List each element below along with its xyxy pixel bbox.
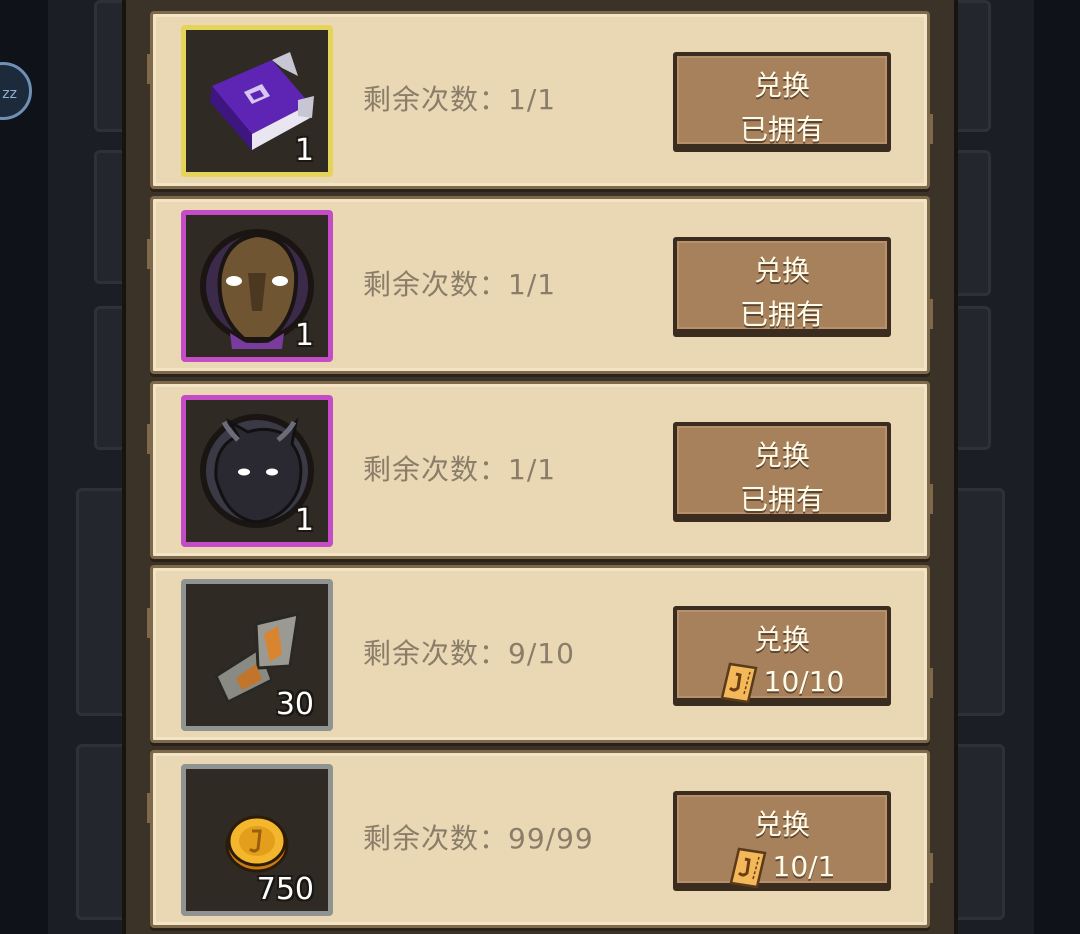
background-slot — [76, 744, 127, 920]
background-slot — [950, 744, 1005, 920]
exchange-button[interactable]: 兑换 已拥有 — [673, 237, 891, 333]
exchange-button[interactable]: 兑换 10/1 — [673, 791, 891, 889]
exchange-item-card: 1 剩余次数：1/1 兑换 已拥有 — [147, 381, 933, 559]
remaining-count-label: 剩余次数：99/99 — [363, 822, 594, 855]
exchange-cost-value: 10/10 — [763, 665, 845, 698]
remaining-count-label: 剩余次数：1/1 — [363, 453, 557, 486]
background-slot — [76, 488, 127, 716]
sleep-badge[interactable]: zz — [0, 62, 32, 120]
item-quantity: 1 — [294, 133, 314, 168]
exchange-button[interactable]: 兑换 已拥有 — [673, 52, 891, 148]
exchange-button-title: 兑换 — [753, 69, 810, 102]
ticket-icon — [729, 847, 767, 889]
exchange-button-status: 已拥有 — [739, 483, 824, 516]
item-icon-frame[interactable]: 1 — [181, 25, 333, 177]
remaining-count-label: 剩余次数：9/10 — [363, 637, 575, 670]
exchange-button-cost: 10/1 — [677, 847, 887, 889]
exchange-button-status: 已拥有 — [739, 113, 824, 146]
background-slot — [950, 488, 1005, 716]
exchange-button[interactable]: 兑换 10/10 — [673, 606, 891, 704]
remaining-count-label: 剩余次数：1/1 — [363, 83, 557, 116]
exchange-button-title: 兑换 — [753, 623, 810, 656]
item-icon-frame[interactable]: 750 — [181, 764, 333, 916]
ticket-icon — [720, 662, 758, 704]
item-quantity: 30 — [275, 687, 314, 722]
item-quantity: 1 — [294, 318, 314, 353]
exchange-button-title: 兑换 — [753, 808, 810, 841]
exchange-item-card: 30 剩余次数：9/10 兑换 10/10 — [147, 565, 933, 743]
item-icon-frame[interactable]: 30 — [181, 579, 333, 731]
exchange-button[interactable]: 兑换 已拥有 — [673, 422, 891, 518]
exchange-item-card: 1 剩余次数：1/1 兑换 已拥有 — [147, 196, 933, 374]
item-quantity: 1 — [294, 503, 314, 538]
exchange-button-status: 已拥有 — [739, 298, 824, 331]
exchange-button-title: 兑换 — [753, 439, 810, 472]
remaining-count-label: 剩余次数：1/1 — [363, 268, 557, 301]
item-icon-frame[interactable]: 1 — [181, 395, 333, 547]
exchange-button-title: 兑换 — [753, 254, 810, 287]
exchange-item-card: 750 剩余次数：99/99 兑换 10/1 — [147, 750, 933, 928]
exchange-cost-value: 10/1 — [772, 850, 836, 883]
item-quantity: 750 — [256, 872, 314, 907]
exchange-button-cost: 10/10 — [677, 662, 887, 704]
item-icon-frame[interactable]: 1 — [181, 210, 333, 362]
exchange-item-card: 1 剩余次数：1/1 兑换 已拥有 — [147, 11, 933, 189]
